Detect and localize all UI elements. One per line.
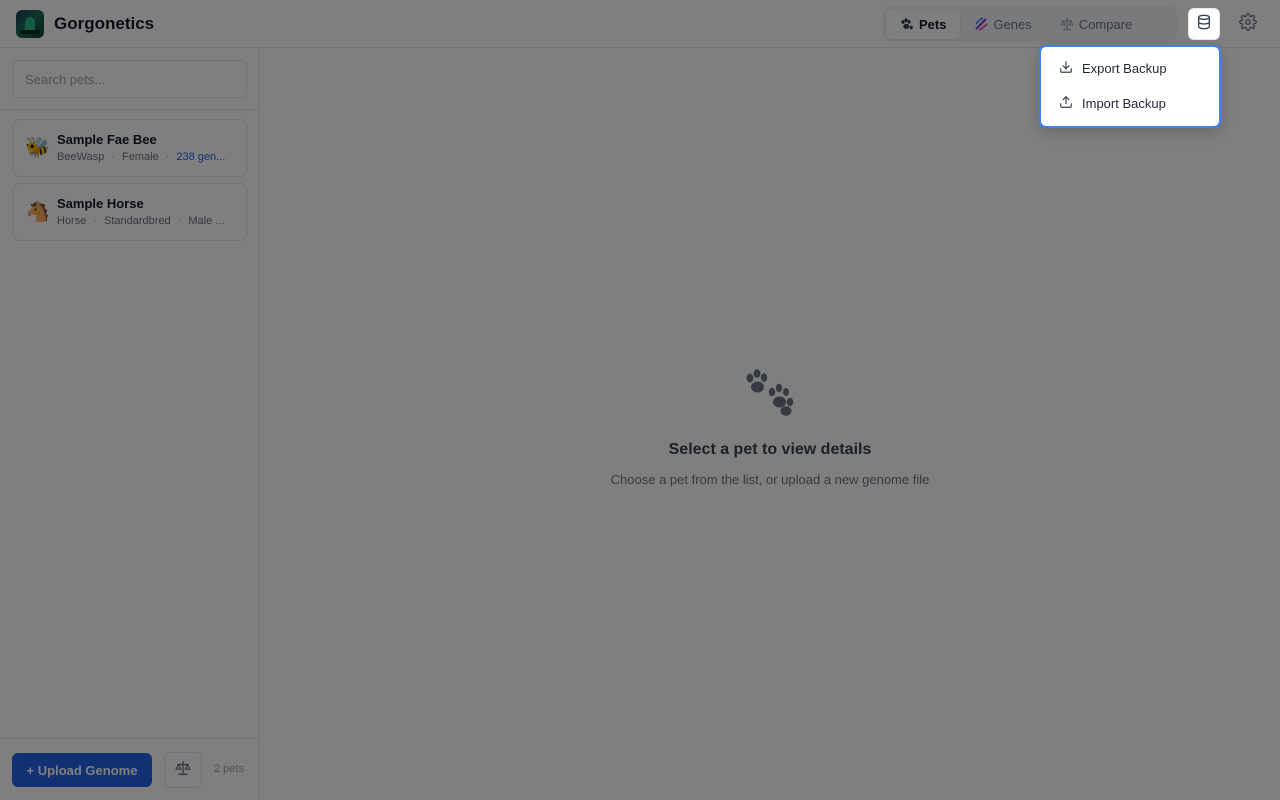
upload-icon (1059, 95, 1073, 112)
backup-dropdown-menu: Export Backup Import Backup (1039, 45, 1221, 128)
backup-button[interactable] (1188, 8, 1220, 40)
import-backup-label: Import Backup (1082, 96, 1166, 111)
import-backup-item[interactable]: Import Backup (1045, 86, 1215, 121)
export-backup-item[interactable]: Export Backup (1045, 51, 1215, 86)
download-icon (1059, 60, 1073, 77)
export-backup-label: Export Backup (1082, 61, 1167, 76)
database-icon (1196, 14, 1212, 35)
